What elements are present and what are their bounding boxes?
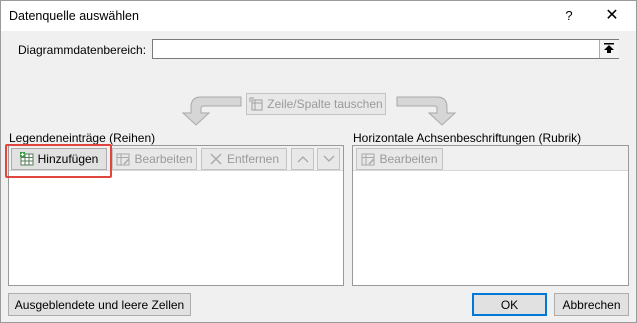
- switch-row-column-button[interactable]: Zeile/Spalte tauschen: [246, 93, 386, 115]
- cancel-button[interactable]: Abbrechen: [554, 293, 629, 316]
- curved-arrow-right-icon: [396, 96, 457, 126]
- title-bar: Datenquelle auswählen ? ✕: [1, 1, 636, 31]
- chevron-up-icon: [297, 156, 308, 163]
- legend-entries-heading: Legendeneinträge (Reihen): [9, 131, 156, 145]
- hidden-empty-cells-label: Ausgeblendete und leere Zellen: [14, 297, 185, 312]
- hidden-empty-cells-button[interactable]: Ausgeblendete und leere Zellen: [8, 293, 191, 316]
- move-down-button[interactable]: [317, 148, 340, 170]
- chart-data-range-label: Diagrammdatenbereich:: [18, 43, 147, 57]
- move-up-button[interactable]: [291, 148, 314, 170]
- curved-arrow-left-icon: [181, 96, 242, 126]
- ok-label: OK: [500, 297, 519, 312]
- highlight-box: [5, 144, 112, 178]
- remove-series-label: Entfernen: [226, 152, 280, 166]
- chevron-down-icon: [323, 155, 334, 162]
- edit-table-icon: [116, 153, 130, 166]
- collapse-dialog-button[interactable]: [599, 40, 619, 58]
- axis-labels-heading: Horizontale Achsenbeschriftungen (Rubrik…: [353, 131, 582, 145]
- edit-axis-labels-label: Bearbeiten: [379, 152, 438, 166]
- switch-row-column-label: Zeile/Spalte tauschen: [267, 97, 383, 111]
- collapse-arrow-icon: [604, 43, 614, 53]
- edit-table-icon: [361, 153, 375, 166]
- select-data-source-dialog: Datenquelle auswählen ? ✕ Diagrammdatenb…: [0, 0, 637, 323]
- close-icon[interactable]: ✕: [601, 6, 623, 26]
- ok-button[interactable]: OK: [472, 293, 547, 316]
- remove-series-button[interactable]: Entfernen: [201, 148, 287, 170]
- chart-data-range-input[interactable]: [152, 39, 619, 59]
- dialog-title: Datenquelle auswählen: [9, 9, 139, 23]
- edit-series-label: Bearbeiten: [134, 152, 193, 166]
- edit-axis-labels-button[interactable]: Bearbeiten: [356, 148, 443, 170]
- cancel-label: Abbrechen: [562, 297, 621, 312]
- remove-x-icon: [210, 153, 222, 165]
- help-icon[interactable]: ?: [559, 6, 579, 26]
- switch-row-column-icon: [249, 97, 263, 111]
- edit-series-button[interactable]: Bearbeiten: [112, 148, 197, 170]
